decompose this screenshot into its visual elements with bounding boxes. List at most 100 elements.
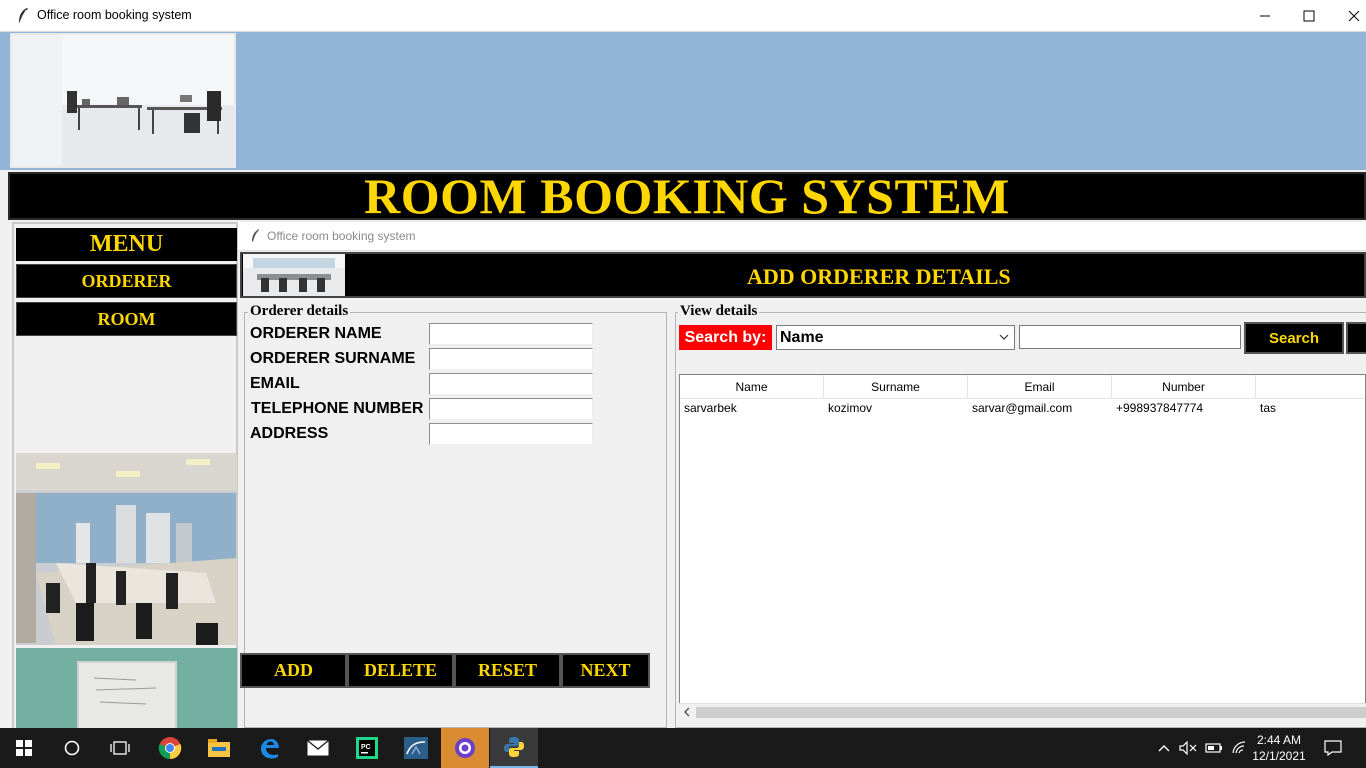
github-desktop-button[interactable] [441, 728, 489, 768]
menu-orderer-button[interactable]: ORDERER [16, 264, 237, 298]
column-header-address[interactable] [1256, 375, 1365, 399]
chevron-down-icon [999, 334, 1009, 340]
subwindow-title: Office room booking system [267, 229, 416, 243]
clock-date: 12/1/2021 [1252, 749, 1306, 763]
taskbar: PC 2:44 AM 12/1/2021 [0, 728, 1366, 768]
mail-icon [307, 740, 329, 756]
column-header-number[interactable]: Number [1112, 375, 1256, 399]
cell-number: +998937847774 [1116, 401, 1204, 415]
taskbar-clock[interactable]: 2:44 AM 12/1/2021 [1248, 732, 1310, 764]
maximize-icon [1303, 10, 1315, 22]
add-button-label: ADD [274, 660, 313, 680]
orderer-surname-label: ORDERER SURNAME [250, 350, 416, 367]
svg-text:PC: PC [361, 744, 371, 751]
chrome-icon [158, 737, 182, 760]
search-by-label-box: Search by: [679, 325, 772, 350]
meeting-room-photo [16, 648, 237, 730]
mysql-workbench-button[interactable] [392, 728, 440, 768]
notification-icon [1324, 740, 1342, 756]
scrollbar-thumb[interactable] [696, 707, 1366, 718]
minimize-icon [1260, 15, 1270, 17]
address-label: ADDRESS [250, 425, 329, 442]
conference-room-thumbnail [243, 254, 345, 296]
orderer-surname-input[interactable] [429, 348, 593, 370]
python-button[interactable] [490, 728, 538, 768]
app-banner: ROOM BOOKING SYSTEM [8, 168, 1366, 224]
telephone-number-input[interactable] [429, 398, 593, 420]
email-label: EMAIL [250, 375, 300, 392]
task-view-icon [110, 741, 130, 755]
subwindow-header: ADD ORDERER DETAILS [240, 252, 1366, 298]
file-explorer-icon [208, 739, 230, 757]
minimize-button[interactable] [1242, 0, 1288, 32]
start-icon [16, 740, 32, 756]
github-desktop-icon [455, 738, 475, 758]
pycharm-icon: PC [356, 737, 378, 759]
office-interior-photo [16, 453, 237, 645]
battery-icon [1205, 743, 1222, 753]
clock-time: 2:44 AM [1256, 733, 1302, 747]
menu-room-button[interactable]: ROOM [16, 302, 237, 336]
telephone-number-label: TELEPHONE NUMBER [251, 400, 424, 417]
view-details-legend: View details [678, 303, 760, 320]
cortana-button[interactable] [48, 728, 96, 768]
cortana-icon [64, 740, 80, 756]
search-input[interactable] [1019, 325, 1241, 349]
search-field-value: Name [780, 329, 824, 346]
column-header-surname[interactable]: Surname [824, 375, 968, 399]
start-button[interactable] [0, 728, 48, 768]
orderer-name-input[interactable] [429, 323, 593, 345]
cell-email: sarvar@gmail.com [972, 401, 1073, 415]
close-button[interactable] [1331, 0, 1366, 32]
chevron-up-icon [1158, 745, 1170, 752]
column-header-email[interactable]: Email [968, 375, 1112, 399]
maximize-button[interactable] [1286, 0, 1332, 32]
mysql-workbench-icon [404, 737, 428, 759]
network-button[interactable] [1230, 728, 1248, 768]
show-all-button[interactable] [1346, 322, 1366, 354]
battery-button[interactable] [1204, 728, 1224, 768]
cell-address: tas [1260, 401, 1277, 415]
menu-heading: MENU [16, 228, 237, 261]
reset-button-label: RESET [477, 660, 538, 680]
window-title: Office room booking system [37, 8, 192, 22]
wifi-icon [1232, 741, 1246, 754]
email-input[interactable] [429, 373, 593, 395]
table-row[interactable]: sarvarbek kozimov sarvar@gmail.com +9989… [680, 401, 1365, 421]
address-input[interactable] [429, 423, 593, 445]
column-header-name[interactable]: Name [680, 375, 824, 399]
action-center-button[interactable] [1318, 728, 1348, 768]
mail-button[interactable] [294, 728, 342, 768]
reset-button[interactable]: RESET [454, 653, 561, 688]
subwindow-header-title: ADD ORDERER DETAILS [747, 264, 1011, 289]
feather-icon [252, 229, 259, 242]
edge-icon [261, 739, 279, 759]
show-hidden-icons-button[interactable] [1156, 728, 1172, 768]
window-titlebar: Office room booking system [0, 0, 1366, 32]
horizontal-scrollbar[interactable] [679, 703, 1366, 720]
volume-muted-icon [1179, 741, 1197, 755]
delete-button-label: DELETE [363, 660, 438, 680]
edge-button[interactable] [245, 728, 293, 768]
pycharm-button[interactable]: PC [343, 728, 391, 768]
add-button[interactable]: ADD [240, 653, 347, 688]
orderer-details-legend: Orderer details [248, 303, 351, 320]
search-field-select[interactable]: Name [776, 325, 1015, 350]
volume-button[interactable] [1178, 728, 1198, 768]
python-icon [504, 737, 524, 757]
cell-surname: kozimov [828, 401, 873, 415]
feather-icon [19, 8, 28, 23]
file-explorer-button[interactable] [195, 728, 243, 768]
delete-button[interactable]: DELETE [347, 653, 454, 688]
cell-name: sarvarbek [684, 401, 737, 415]
orderer-table[interactable]: Name Surname Email Number sarvarbek kozi… [679, 374, 1366, 720]
menu-orderer-label: ORDERER [81, 270, 172, 291]
menu-room-label: ROOM [97, 308, 156, 329]
next-button[interactable]: NEXT [561, 653, 650, 688]
close-icon [1348, 10, 1360, 22]
chrome-button[interactable] [146, 728, 194, 768]
search-button[interactable]: Search [1244, 322, 1344, 354]
task-view-button[interactable] [96, 728, 144, 768]
scroll-left-icon[interactable] [682, 706, 692, 718]
orderer-name-label: ORDERER NAME [250, 325, 382, 342]
